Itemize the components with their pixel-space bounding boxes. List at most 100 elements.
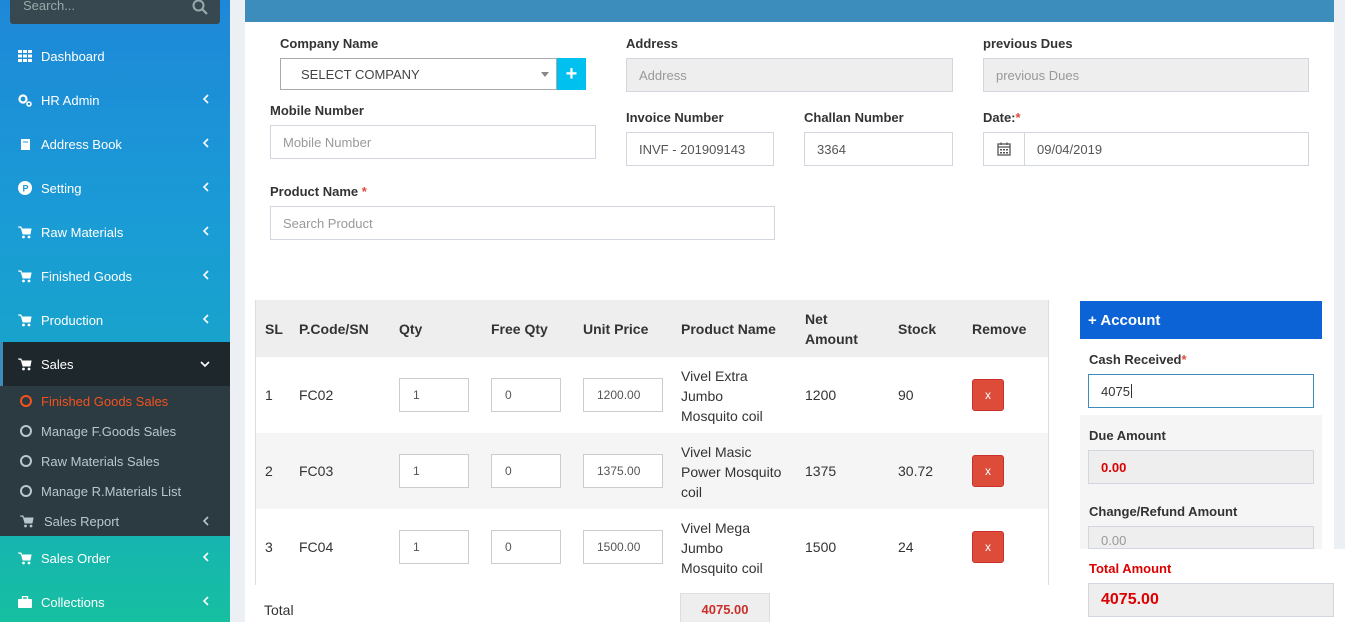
table-row: 1 FC02 1 0 1200.00 Vivel Extra Jumbo Mos… [256,357,1048,433]
add-company-button[interactable]: + [557,58,586,90]
dashboard-icon [18,49,32,63]
sidebar-item-sales[interactable]: Sales [0,342,230,386]
due-amount-field[interactable]: 0.00 [1088,450,1314,484]
product-search-field[interactable]: Search Product [270,206,775,240]
remove-label: x [985,464,991,478]
circle-icon [20,395,32,407]
submenu-label: Manage F.Goods Sales [41,423,177,439]
change-refund-value: 0.00 [1101,533,1127,548]
product-hunt-icon: P [18,181,32,195]
table-row: 2 FC03 1 0 1375.00 Vivel Masic Power Mos… [256,433,1048,509]
remove-row-button[interactable]: x [972,455,1004,487]
sidebar-item-hr-admin[interactable]: HR Admin [0,78,230,122]
cart-icon [18,225,32,239]
submenu-sales-report[interactable]: Sales Report [20,506,220,536]
date-label-text: Date: [983,110,1016,125]
mobile-number-field[interactable]: Mobile Number [270,125,596,159]
invoice-number-field[interactable]: INVF - 201909143 [626,132,774,166]
cart-icon [18,313,32,327]
calendar-addon[interactable] [983,132,1025,166]
submenu-finished-goods-sales[interactable]: Finished Goods Sales [20,386,168,416]
sidebar-search-input[interactable]: Search... [10,0,220,24]
product-name-line: Power Mosquito [681,464,782,480]
qty-value: 1 [413,464,420,478]
submenu-manage-rmaterials-list[interactable]: Manage R.Materials List [20,476,181,506]
chevron-left-icon [202,596,209,606]
free-qty-input[interactable]: 0 [491,454,561,488]
free-qty-value: 0 [505,388,512,402]
sidebar-item-production[interactable]: Production [0,298,230,342]
change-refund-label: Change/Refund Amount [1089,504,1238,519]
product-name-label-text: Product Name [270,184,359,199]
company-select[interactable]: SELECT COMPANY [280,58,557,90]
mobile-number-label: Mobile Number [270,103,364,118]
unit-price-input[interactable]: 1500.00 [583,530,663,564]
product-name-line: Vivel Extra [681,368,748,384]
sidebar-item-collections[interactable]: Collections [0,580,230,622]
remove-row-button[interactable]: x [972,531,1004,563]
remove-label: x [985,540,991,554]
product-search-placeholder: Search Product [283,215,373,231]
address-label: Address [626,36,679,51]
sidebar-item-setting[interactable]: P Setting [0,166,230,210]
search-icon[interactable] [192,0,208,15]
circle-icon [20,485,32,497]
free-qty-input[interactable]: 0 [491,530,561,564]
col-sl: SL [265,321,283,337]
unit-price-input[interactable]: 1200.00 [583,378,663,412]
chevron-left-icon [202,94,209,104]
unit-price-value: 1375.00 [597,464,641,478]
qty-input[interactable]: 1 [399,530,469,564]
cell-net-amount: 1200 [805,387,837,403]
col-net-amount-line2: Amount [805,331,858,347]
col-stock: Stock [898,321,937,337]
cell-product-name: Vivel Masic Power Mosquito coil [681,442,796,502]
product-name-line: Jumbo [681,540,724,556]
col-pcode: P.Code/SN [299,321,369,337]
sidebar-item-label: Dashboard [41,48,105,64]
qty-input[interactable]: 1 [399,454,469,488]
book-icon [18,137,32,151]
sidebar-item-dashboard[interactable]: Dashboard [0,34,230,78]
change-refund-field[interactable]: 0.00 [1088,526,1314,549]
product-name-line: coil [681,484,703,500]
sidebar-item-address-book[interactable]: Address Book [0,122,230,166]
sidebar-item-label: Sales Order [41,550,111,566]
company-name-label: Company Name [280,36,379,51]
box-header [245,0,1334,22]
col-qty: Qty [399,321,423,337]
sidebar-item-finished-goods[interactable]: Finished Goods [0,254,230,298]
sidebar-item-raw-materials[interactable]: Raw Materials [0,210,230,254]
free-qty-input[interactable]: 0 [491,378,561,412]
invoice-number-label: Invoice Number [626,110,724,125]
sidebar: Search... Dashboard HR Admin Address Boo… [0,0,230,622]
account-panel-header[interactable]: + Account [1080,301,1322,339]
unit-price-input[interactable]: 1375.00 [583,454,663,488]
address-field[interactable]: Address [626,58,953,92]
remove-row-button[interactable]: x [972,379,1004,411]
submenu-manage-fgoods-sales[interactable]: Manage F.Goods Sales [20,416,176,446]
total-amount-field[interactable]: 4075.00 [1088,583,1334,617]
sidebar-item-label: Sales [41,356,74,372]
cell-sl: 3 [265,539,273,555]
svg-text:P: P [23,184,29,194]
plus-icon: + [565,62,578,85]
chevron-left-icon [202,314,209,324]
search-placeholder: Search... [23,0,76,13]
date-field[interactable]: 09/04/2019 [1024,132,1309,166]
cell-net-amount: 1500 [805,539,837,555]
cart-icon [18,551,32,565]
submenu-raw-materials-sales[interactable]: Raw Materials Sales [20,446,160,476]
col-free-qty: Free Qty [491,321,548,337]
previous-dues-label: previous Dues [983,36,1073,51]
cell-stock: 90 [898,387,914,403]
previous-dues-field[interactable]: previous Dues [983,58,1309,92]
qty-input[interactable]: 1 [399,378,469,412]
sales-submenu: Finished Goods Sales Manage F.Goods Sale… [0,386,230,536]
sidebar-item-sales-order[interactable]: Sales Order [0,536,230,580]
address-placeholder: Address [639,67,687,83]
challan-number-field[interactable]: 3364 [804,132,953,166]
cash-received-input[interactable]: 4075 [1088,374,1314,408]
chevron-down-icon [200,361,210,368]
mobile-placeholder: Mobile Number [283,134,372,150]
